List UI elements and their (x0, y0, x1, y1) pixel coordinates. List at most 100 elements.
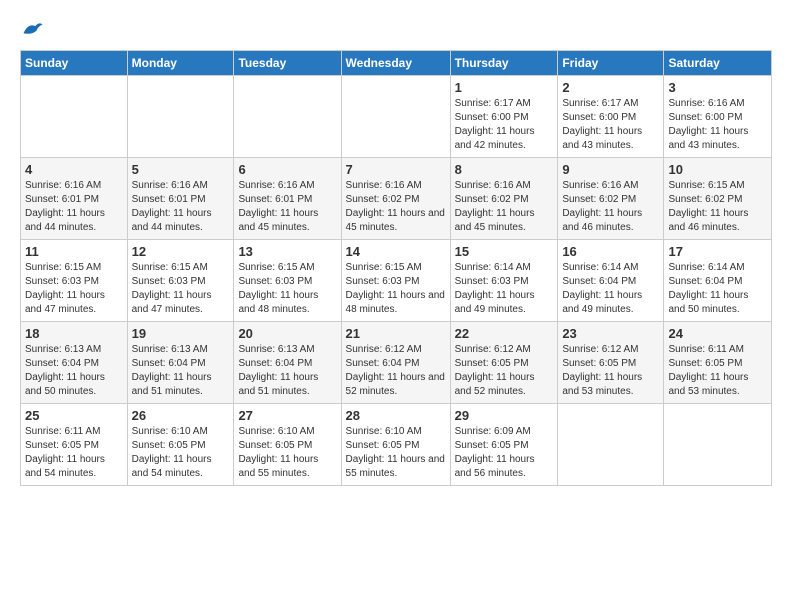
calendar-cell: 28 Sunrise: 6:10 AM Sunset: 6:05 PM Dayli… (341, 404, 450, 486)
day-detail: Sunrise: 6:16 AM Sunset: 6:02 PM Dayligh… (455, 179, 554, 235)
day-detail: Sunrise: 6:14 AM Sunset: 6:04 PM Dayligh… (562, 261, 659, 317)
day-number: 1 (455, 80, 554, 95)
calendar-week-3: 11Sunrise: 6:15 AM Sunset: 6:03 PM Dayli… (21, 240, 772, 322)
day-number: 13 (238, 244, 336, 259)
calendar-cell: 4 Sunrise: 6:16 AM Sunset: 6:01 PM Daylig… (21, 158, 128, 240)
day-number: 21 (346, 326, 446, 341)
day-number: 9 (562, 162, 659, 177)
calendar-cell: 27 Sunrise: 6:10 AM Sunset: 6:05 PM Dayli… (234, 404, 341, 486)
calendar-cell (664, 404, 772, 486)
day-detail: Sunrise: 6:16 AM Sunset: 6:01 PM Dayligh… (25, 179, 123, 235)
day-detail: Sunrise: 6:12 AM Sunset: 6:04 PM Dayligh… (346, 343, 446, 399)
calendar-cell: 10Sunrise: 6:15 AM Sunset: 6:02 PM Dayli… (664, 158, 772, 240)
calendar-cell: 23 Sunrise: 6:12 AM Sunset: 6:05 PM Dayli… (558, 322, 664, 404)
calendar-week-2: 4 Sunrise: 6:16 AM Sunset: 6:01 PM Daylig… (21, 158, 772, 240)
day-number: 19 (132, 326, 230, 341)
calendar-cell: 1 Sunrise: 6:17 AM Sunset: 6:00 PM Daylig… (450, 76, 558, 158)
day-detail: Sunrise: 6:13 AM Sunset: 6:04 PM Dayligh… (25, 343, 123, 399)
day-detail: Sunrise: 6:15 AM Sunset: 6:03 PM Dayligh… (346, 261, 446, 317)
header-wednesday: Wednesday (341, 51, 450, 76)
calendar-cell: 7 Sunrise: 6:16 AM Sunset: 6:02 PM Daylig… (341, 158, 450, 240)
day-number: 22 (455, 326, 554, 341)
day-number: 16 (562, 244, 659, 259)
header-friday: Friday (558, 51, 664, 76)
day-detail: Sunrise: 6:17 AM Sunset: 6:00 PM Dayligh… (562, 97, 659, 153)
day-number: 20 (238, 326, 336, 341)
calendar-cell: 26 Sunrise: 6:10 AM Sunset: 6:05 PM Dayli… (127, 404, 234, 486)
day-number: 24 (668, 326, 767, 341)
day-number: 10 (668, 162, 767, 177)
day-number: 26 (132, 408, 230, 423)
calendar-cell (234, 76, 341, 158)
day-detail: Sunrise: 6:15 AM Sunset: 6:03 PM Dayligh… (238, 261, 336, 317)
day-detail: Sunrise: 6:16 AM Sunset: 6:00 PM Dayligh… (668, 97, 767, 153)
day-detail: Sunrise: 6:11 AM Sunset: 6:05 PM Dayligh… (25, 425, 123, 481)
day-number: 25 (25, 408, 123, 423)
header-monday: Monday (127, 51, 234, 76)
day-number: 15 (455, 244, 554, 259)
calendar-cell (21, 76, 128, 158)
calendar-cell: 19 Sunrise: 6:13 AM Sunset: 6:04 PM Dayli… (127, 322, 234, 404)
calendar-cell: 18Sunrise: 6:13 AM Sunset: 6:04 PM Dayli… (21, 322, 128, 404)
day-number: 27 (238, 408, 336, 423)
header-thursday: Thursday (450, 51, 558, 76)
day-detail: Sunrise: 6:10 AM Sunset: 6:05 PM Dayligh… (346, 425, 446, 481)
calendar-cell: 2 Sunrise: 6:17 AM Sunset: 6:00 PM Daylig… (558, 76, 664, 158)
calendar-week-4: 18Sunrise: 6:13 AM Sunset: 6:04 PM Dayli… (21, 322, 772, 404)
day-number: 28 (346, 408, 446, 423)
day-number: 5 (132, 162, 230, 177)
day-detail: Sunrise: 6:16 AM Sunset: 6:01 PM Dayligh… (238, 179, 336, 235)
calendar-cell: 29 Sunrise: 6:09 AM Sunset: 6:05 PM Dayli… (450, 404, 558, 486)
day-number: 6 (238, 162, 336, 177)
calendar-cell: 11Sunrise: 6:15 AM Sunset: 6:03 PM Dayli… (21, 240, 128, 322)
calendar-cell: 14 Sunrise: 6:15 AM Sunset: 6:03 PM Dayli… (341, 240, 450, 322)
calendar-cell: 3 Sunrise: 6:16 AM Sunset: 6:00 PM Daylig… (664, 76, 772, 158)
day-number: 2 (562, 80, 659, 95)
calendar-cell: 24 Sunrise: 6:11 AM Sunset: 6:05 PM Dayli… (664, 322, 772, 404)
calendar-cell: 12 Sunrise: 6:15 AM Sunset: 6:03 PM Dayli… (127, 240, 234, 322)
header-sunday: Sunday (21, 51, 128, 76)
day-number: 7 (346, 162, 446, 177)
calendar-table: SundayMondayTuesdayWednesdayThursdayFrid… (20, 50, 772, 486)
page-header (20, 16, 772, 42)
header-saturday: Saturday (664, 51, 772, 76)
day-number: 3 (668, 80, 767, 95)
calendar-cell: 9 Sunrise: 6:16 AM Sunset: 6:02 PM Daylig… (558, 158, 664, 240)
day-number: 23 (562, 326, 659, 341)
day-detail: Sunrise: 6:16 AM Sunset: 6:01 PM Dayligh… (132, 179, 230, 235)
day-detail: Sunrise: 6:12 AM Sunset: 6:05 PM Dayligh… (562, 343, 659, 399)
day-detail: Sunrise: 6:13 AM Sunset: 6:04 PM Dayligh… (238, 343, 336, 399)
calendar-cell (341, 76, 450, 158)
day-number: 14 (346, 244, 446, 259)
calendar-cell: 8Sunrise: 6:16 AM Sunset: 6:02 PM Daylig… (450, 158, 558, 240)
day-detail: Sunrise: 6:12 AM Sunset: 6:05 PM Dayligh… (455, 343, 554, 399)
calendar-cell: 20 Sunrise: 6:13 AM Sunset: 6:04 PM Dayli… (234, 322, 341, 404)
logo-bird-icon (22, 20, 44, 38)
day-detail: Sunrise: 6:15 AM Sunset: 6:03 PM Dayligh… (132, 261, 230, 317)
day-number: 29 (455, 408, 554, 423)
header-tuesday: Tuesday (234, 51, 341, 76)
day-detail: Sunrise: 6:16 AM Sunset: 6:02 PM Dayligh… (346, 179, 446, 235)
calendar-cell: 21 Sunrise: 6:12 AM Sunset: 6:04 PM Dayli… (341, 322, 450, 404)
calendar-cell: 25 Sunrise: 6:11 AM Sunset: 6:05 PM Dayli… (21, 404, 128, 486)
day-detail: Sunrise: 6:14 AM Sunset: 6:04 PM Dayligh… (668, 261, 767, 317)
calendar-cell: 5 Sunrise: 6:16 AM Sunset: 6:01 PM Daylig… (127, 158, 234, 240)
day-number: 12 (132, 244, 230, 259)
day-detail: Sunrise: 6:10 AM Sunset: 6:05 PM Dayligh… (238, 425, 336, 481)
day-detail: Sunrise: 6:17 AM Sunset: 6:00 PM Dayligh… (455, 97, 554, 153)
calendar-cell (558, 404, 664, 486)
day-detail: Sunrise: 6:09 AM Sunset: 6:05 PM Dayligh… (455, 425, 554, 481)
calendar-cell: 13 Sunrise: 6:15 AM Sunset: 6:03 PM Dayli… (234, 240, 341, 322)
calendar-header-row: SundayMondayTuesdayWednesdayThursdayFrid… (21, 51, 772, 76)
calendar-cell: 15 Sunrise: 6:14 AM Sunset: 6:03 PM Dayli… (450, 240, 558, 322)
day-detail: Sunrise: 6:16 AM Sunset: 6:02 PM Dayligh… (562, 179, 659, 235)
day-detail: Sunrise: 6:10 AM Sunset: 6:05 PM Dayligh… (132, 425, 230, 481)
day-detail: Sunrise: 6:13 AM Sunset: 6:04 PM Dayligh… (132, 343, 230, 399)
day-detail: Sunrise: 6:14 AM Sunset: 6:03 PM Dayligh… (455, 261, 554, 317)
day-number: 4 (25, 162, 123, 177)
day-detail: Sunrise: 6:11 AM Sunset: 6:05 PM Dayligh… (668, 343, 767, 399)
calendar-week-1: 1 Sunrise: 6:17 AM Sunset: 6:00 PM Daylig… (21, 76, 772, 158)
calendar-cell: 6 Sunrise: 6:16 AM Sunset: 6:01 PM Daylig… (234, 158, 341, 240)
day-number: 17 (668, 244, 767, 259)
calendar-cell (127, 76, 234, 158)
